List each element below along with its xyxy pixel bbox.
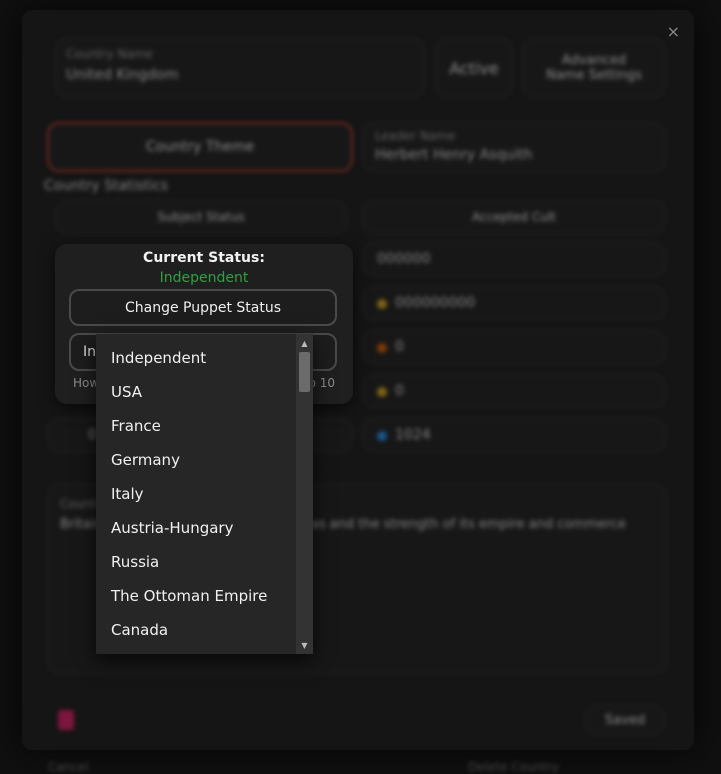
overlord-dropdown-list: Independent USA France Germany Italy Aus… xyxy=(96,334,313,654)
dropdown-options: Independent USA France Germany Italy Aus… xyxy=(96,341,296,647)
country-name-field[interactable]: Country Name United Kingdom xyxy=(55,38,425,98)
dropdown-option-germany[interactable]: Germany xyxy=(96,443,296,477)
dropdown-option-austria-hungary[interactable]: Austria-Hungary xyxy=(96,511,296,545)
stat-row: 1024 xyxy=(362,418,666,452)
stat-value: 0 xyxy=(395,339,404,355)
stat-row: 0 xyxy=(362,330,666,364)
gold-icon xyxy=(377,299,387,309)
dropdown-option-independent[interactable]: Independent xyxy=(96,341,296,375)
country-name-label: Country Name xyxy=(66,47,153,61)
country-name-value: United Kingdom xyxy=(66,67,179,83)
dropdown-scrollbar[interactable]: ▲ ▼ xyxy=(296,334,313,654)
close-icon[interactable]: × xyxy=(667,22,680,41)
overlord-select-value: In xyxy=(83,344,97,360)
change-puppet-status-button[interactable]: Change Puppet Status xyxy=(69,289,337,326)
stat-value: 000000 xyxy=(377,251,431,267)
stat-value: 1024 xyxy=(395,427,431,443)
blue-icon xyxy=(377,431,387,441)
scroll-thumb[interactable] xyxy=(299,352,310,392)
orange-icon xyxy=(377,343,387,353)
leader-name-label: Leader Name xyxy=(375,129,456,143)
scroll-down-icon[interactable]: ▼ xyxy=(296,638,313,652)
advanced-label-line1: Advanced xyxy=(561,53,627,68)
active-button[interactable]: Active xyxy=(435,38,513,98)
dropdown-option-france[interactable]: France xyxy=(96,409,296,443)
saved-button[interactable]: Saved xyxy=(584,704,666,736)
stat-row: 000000 xyxy=(362,242,666,276)
cancel-link[interactable]: Cancel xyxy=(48,760,89,774)
accepted-cult-tab[interactable]: Accepted Cult xyxy=(362,200,666,234)
delete-country-link[interactable]: Delete Country xyxy=(468,760,559,774)
leader-name-value: Herbert Henry Asquith xyxy=(375,147,533,163)
current-status-value: Independent xyxy=(159,270,249,286)
stat-row: 0 xyxy=(362,374,666,408)
stat-value: 0 xyxy=(395,383,404,399)
advanced-label-line2: Name Settings xyxy=(546,68,642,83)
subject-status-tab[interactable]: Subject Status xyxy=(55,200,347,234)
stat-row: 000000000 xyxy=(362,286,666,320)
leader-name-field[interactable]: Leader Name Herbert Henry Asquith xyxy=(362,122,666,172)
dropdown-option-usa[interactable]: USA xyxy=(96,375,296,409)
dropdown-option-ottoman-empire[interactable]: The Ottoman Empire xyxy=(96,579,296,613)
country-theme-button[interactable]: Country Theme xyxy=(47,122,353,172)
stat-value: 000000000 xyxy=(395,295,476,311)
dropdown-option-italy[interactable]: Italy xyxy=(96,477,296,511)
flag-icon xyxy=(377,387,387,397)
advanced-name-settings-button[interactable]: Advanced Name Settings xyxy=(522,38,666,98)
dropdown-option-russia[interactable]: Russia xyxy=(96,545,296,579)
dropdown-option-canada[interactable]: Canada xyxy=(96,613,296,647)
current-status-title: Current Status: xyxy=(143,250,265,266)
delete-icon[interactable] xyxy=(58,710,74,730)
country-statistics-heading: Country Statistics xyxy=(44,178,169,194)
scroll-up-icon[interactable]: ▲ xyxy=(296,336,313,350)
